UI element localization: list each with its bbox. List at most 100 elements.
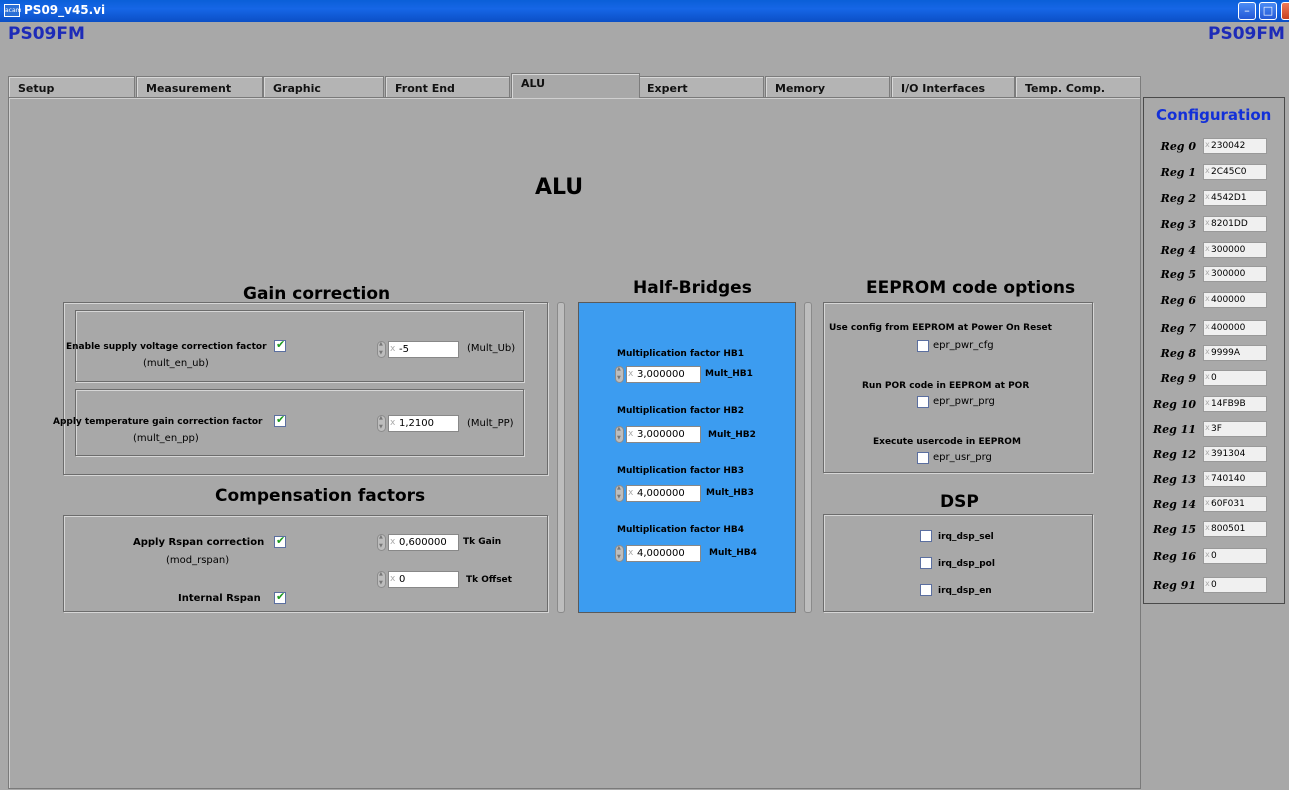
- hb2-name: Mult_HB2: [708, 430, 756, 440]
- hb1-input[interactable]: 3,000000: [626, 366, 701, 383]
- hb2-caption: Multiplication factor HB2: [617, 406, 745, 416]
- reg-3-value[interactable]: 8201DD: [1203, 216, 1267, 232]
- tk-gain-label: Tk Gain: [463, 537, 502, 547]
- supply-correction-checkbox[interactable]: [274, 338, 286, 352]
- tab-graphic[interactable]: Graphic: [263, 76, 384, 97]
- tab-setup[interactable]: Setup: [8, 76, 135, 97]
- reg-15-value[interactable]: 800501: [1203, 521, 1267, 537]
- tab-expert[interactable]: Expert: [637, 76, 764, 97]
- title-bar[interactable]: acam PS09_v45.vi – □: [0, 0, 1289, 22]
- page-title: ALU: [535, 175, 584, 200]
- reg-15-label: Reg 15: [1153, 523, 1196, 536]
- splitter-right[interactable]: [804, 302, 812, 613]
- rspan-correction-sub: (mod_rspan): [166, 555, 230, 566]
- eeprom-cfg-label: Use config from EEPROM at Power On Reset: [829, 323, 1052, 333]
- reg-1-value[interactable]: 2C45C0: [1203, 164, 1267, 180]
- temp-correction-label: Apply temperature gain correction factor: [53, 417, 263, 427]
- reg-11-value[interactable]: 3F: [1203, 421, 1267, 437]
- mult-ub-spinner[interactable]: [377, 341, 386, 358]
- tk-gain-input[interactable]: 0,600000: [388, 534, 459, 551]
- epr-pwr-prg-label: epr_pwr_prg: [933, 396, 995, 407]
- mult-ub-unit: (Mult_Ub): [467, 343, 516, 354]
- tab-memory[interactable]: Memory: [765, 76, 890, 97]
- reg-1-label: Reg 1: [1160, 166, 1196, 179]
- configuration-title: Configuration: [1156, 106, 1272, 124]
- temp-correction-checkbox[interactable]: [274, 413, 286, 427]
- tab-io-interfaces[interactable]: I/O Interfaces: [891, 76, 1015, 97]
- reg-0-value[interactable]: 230042: [1203, 138, 1267, 154]
- reg-3-label: Reg 3: [1160, 218, 1196, 231]
- reg-14-label: Reg 14: [1153, 498, 1196, 511]
- reg-16-label: Reg 16: [1153, 550, 1196, 563]
- hb2-input[interactable]: 3,000000: [626, 426, 701, 443]
- hb3-name: Mult_HB3: [706, 488, 754, 498]
- tab-measurement[interactable]: Measurement: [136, 76, 263, 97]
- epr-pwr-prg-checkbox[interactable]: [917, 396, 929, 408]
- reg-9-value[interactable]: 0: [1203, 370, 1267, 386]
- half-bridges-title: Half-Bridges: [633, 278, 752, 298]
- hb4-spinner[interactable]: [615, 545, 624, 562]
- hb3-caption: Multiplication factor HB3: [617, 466, 745, 476]
- internal-rspan-label: Internal Rspan: [178, 593, 261, 604]
- irq-dsp-en-label: irq_dsp_en: [938, 586, 992, 596]
- app-window: acam PS09_v45.vi – □ PS09FM PS09FM Setup…: [0, 0, 1289, 790]
- reg-10-value[interactable]: 14FB9B: [1203, 396, 1267, 412]
- reg-2-value[interactable]: 4542D1: [1203, 190, 1267, 206]
- hb1-name: Mult_HB1: [705, 369, 753, 379]
- tab-alu[interactable]: ALU: [511, 73, 640, 98]
- tk-offset-label: Tk Offset: [466, 575, 512, 585]
- reg-9-label: Reg 9: [1160, 372, 1196, 385]
- reg-12-value[interactable]: 391304: [1203, 446, 1267, 462]
- tab-front-end[interactable]: Front End: [385, 76, 510, 97]
- reg-16-value[interactable]: 0: [1203, 548, 1267, 564]
- reg-13-value[interactable]: 740140: [1203, 471, 1267, 487]
- minimize-button[interactable]: –: [1238, 2, 1256, 20]
- tk-offset-spinner[interactable]: [377, 571, 386, 588]
- reg-7-value[interactable]: 400000: [1203, 320, 1267, 336]
- reg-91-label: Reg 91: [1153, 579, 1196, 592]
- hb4-input[interactable]: 4,000000: [626, 545, 701, 562]
- compensation-frame: [63, 515, 548, 612]
- close-button[interactable]: [1281, 2, 1289, 20]
- reg-2-label: Reg 2: [1160, 192, 1196, 205]
- mult-pp-unit: (Mult_PP): [467, 418, 514, 429]
- rspan-correction-label: Apply Rspan correction: [133, 537, 265, 548]
- hb1-caption: Multiplication factor HB1: [617, 349, 745, 359]
- gain-correction-title: Gain correction: [243, 284, 391, 304]
- irq-dsp-en-checkbox[interactable]: [920, 584, 932, 596]
- hb2-spinner[interactable]: [615, 426, 624, 443]
- reg-0-label: Reg 0: [1160, 140, 1196, 153]
- epr-pwr-cfg-checkbox[interactable]: [917, 340, 929, 352]
- reg-5-value[interactable]: 300000: [1203, 266, 1267, 282]
- hb3-spinner[interactable]: [615, 485, 624, 502]
- reg-91-value[interactable]: 0: [1203, 577, 1267, 593]
- mult-pp-input[interactable]: 1,2100: [388, 415, 459, 432]
- dsp-title: DSP: [940, 492, 979, 512]
- hb1-spinner[interactable]: [615, 366, 624, 383]
- supply-correction-label: Enable supply voltage correction factor: [66, 342, 267, 352]
- reg-8-value[interactable]: 9999A: [1203, 345, 1267, 361]
- reg-12-label: Reg 12: [1153, 448, 1196, 461]
- temp-correction-sub: (mult_en_pp): [133, 433, 199, 444]
- epr-usr-prg-checkbox[interactable]: [917, 452, 929, 464]
- reg-14-value[interactable]: 60F031: [1203, 496, 1267, 512]
- irq-dsp-pol-checkbox[interactable]: [920, 557, 932, 569]
- mult-ub-input[interactable]: -5: [388, 341, 459, 358]
- reg-6-value[interactable]: 400000: [1203, 292, 1267, 308]
- reg-7-label: Reg 7: [1160, 322, 1196, 335]
- reg-8-label: Reg 8: [1160, 347, 1196, 360]
- reg-4-value[interactable]: 300000: [1203, 242, 1267, 258]
- splitter-left[interactable]: [557, 302, 565, 613]
- irq-dsp-sel-checkbox[interactable]: [920, 530, 932, 542]
- tk-offset-input[interactable]: 0: [388, 571, 459, 588]
- hb3-input[interactable]: 4,000000: [626, 485, 701, 502]
- mult-pp-spinner[interactable]: [377, 415, 386, 432]
- tk-gain-spinner[interactable]: [377, 534, 386, 551]
- tab-temp-comp[interactable]: Temp. Comp.: [1015, 76, 1141, 97]
- reg-10-label: Reg 10: [1153, 398, 1196, 411]
- internal-rspan-checkbox[interactable]: [274, 590, 286, 604]
- maximize-button[interactable]: □: [1259, 2, 1277, 20]
- window-title: PS09_v45.vi: [24, 3, 106, 17]
- rspan-correction-checkbox[interactable]: [274, 534, 286, 548]
- irq-dsp-sel-label: irq_dsp_sel: [938, 532, 994, 542]
